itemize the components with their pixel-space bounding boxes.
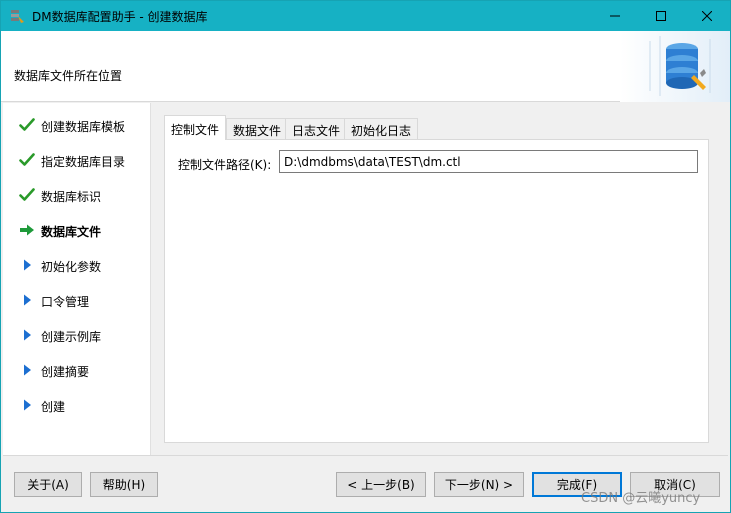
triangle-right-icon	[24, 294, 31, 306]
step-item: 初始化参数	[3, 254, 151, 276]
steps-panel: 创建数据库模板 指定数据库目录 数据库标识数据库文件初始化参数口令管理创建示例库创建…	[3, 103, 151, 455]
triangle-right-icon	[24, 399, 31, 411]
step-label: 创建数据库模板	[41, 120, 126, 134]
watermark: CSDN @云曦yuncy	[581, 491, 701, 506]
step-item: 创建	[3, 394, 151, 416]
minimize-button[interactable]	[592, 1, 638, 31]
divider	[3, 455, 728, 456]
step-label: 创建摘要	[41, 365, 90, 379]
control-file-path-input[interactable]	[279, 150, 698, 173]
triangle-right-icon	[24, 329, 31, 341]
check-icon	[19, 188, 35, 201]
content-panel: 控制文件 数据文件 日志文件 初始化日志 控制文件路径(K):	[153, 103, 727, 455]
maximize-icon	[656, 11, 666, 21]
step-label: 数据库文件	[41, 225, 102, 239]
next-button[interactable]: 下一步(N) >	[434, 472, 524, 497]
check-icon	[19, 118, 35, 131]
step-label: 创建	[41, 400, 66, 414]
app-database-icon	[11, 10, 24, 23]
step-label: 初始化参数	[41, 260, 102, 274]
step-label: 创建示例库	[41, 330, 102, 344]
triangle-right-icon	[24, 259, 31, 271]
tab-3[interactable]: 初始化日志	[344, 118, 419, 140]
help-button[interactable]: 帮助(H)	[90, 472, 158, 497]
step-item: 数据库文件	[3, 219, 151, 241]
window-title: DM数据库配置助手 - 创建数据库	[32, 10, 208, 24]
step-item: 指定数据库目录	[3, 149, 151, 171]
wizard-window: DM数据库配置助手 - 创建数据库 数据库文件所在位置 创建数据库模板 指定数据…	[0, 0, 731, 513]
step-label: 数据库标识	[41, 190, 102, 204]
tab-0[interactable]: 控制文件	[164, 115, 227, 140]
step-item: 数据库标识	[3, 184, 151, 206]
prev-button[interactable]: < 上一步(B)	[336, 472, 426, 497]
wizard-header: 数据库文件所在位置	[1, 31, 730, 102]
page-title: 数据库文件所在位置	[14, 69, 123, 83]
title-bar[interactable]: DM数据库配置助手 - 创建数据库	[1, 1, 730, 31]
database-banner-icon	[620, 31, 730, 102]
about-button[interactable]: 关于(A)	[14, 472, 82, 497]
arrow-right-icon	[20, 224, 34, 236]
triangle-right-icon	[24, 364, 31, 376]
tab-panel-control-file: 控制文件路径(K):	[164, 139, 709, 443]
step-label: 口令管理	[41, 295, 90, 309]
tab-1[interactable]: 数据文件	[226, 118, 289, 140]
step-label: 指定数据库目录	[41, 155, 126, 169]
minimize-icon	[610, 15, 620, 17]
tab-2[interactable]: 日志文件	[285, 118, 348, 140]
step-item: 创建数据库模板	[3, 114, 151, 136]
control-file-path-label: 控制文件路径(K):	[178, 158, 272, 172]
step-item: 创建示例库	[3, 324, 151, 346]
close-icon	[702, 11, 712, 21]
check-icon	[19, 153, 35, 166]
close-button[interactable]	[684, 1, 730, 31]
maximize-button[interactable]	[638, 1, 684, 31]
step-item: 创建摘要	[3, 359, 151, 381]
step-item: 口令管理	[3, 289, 151, 311]
